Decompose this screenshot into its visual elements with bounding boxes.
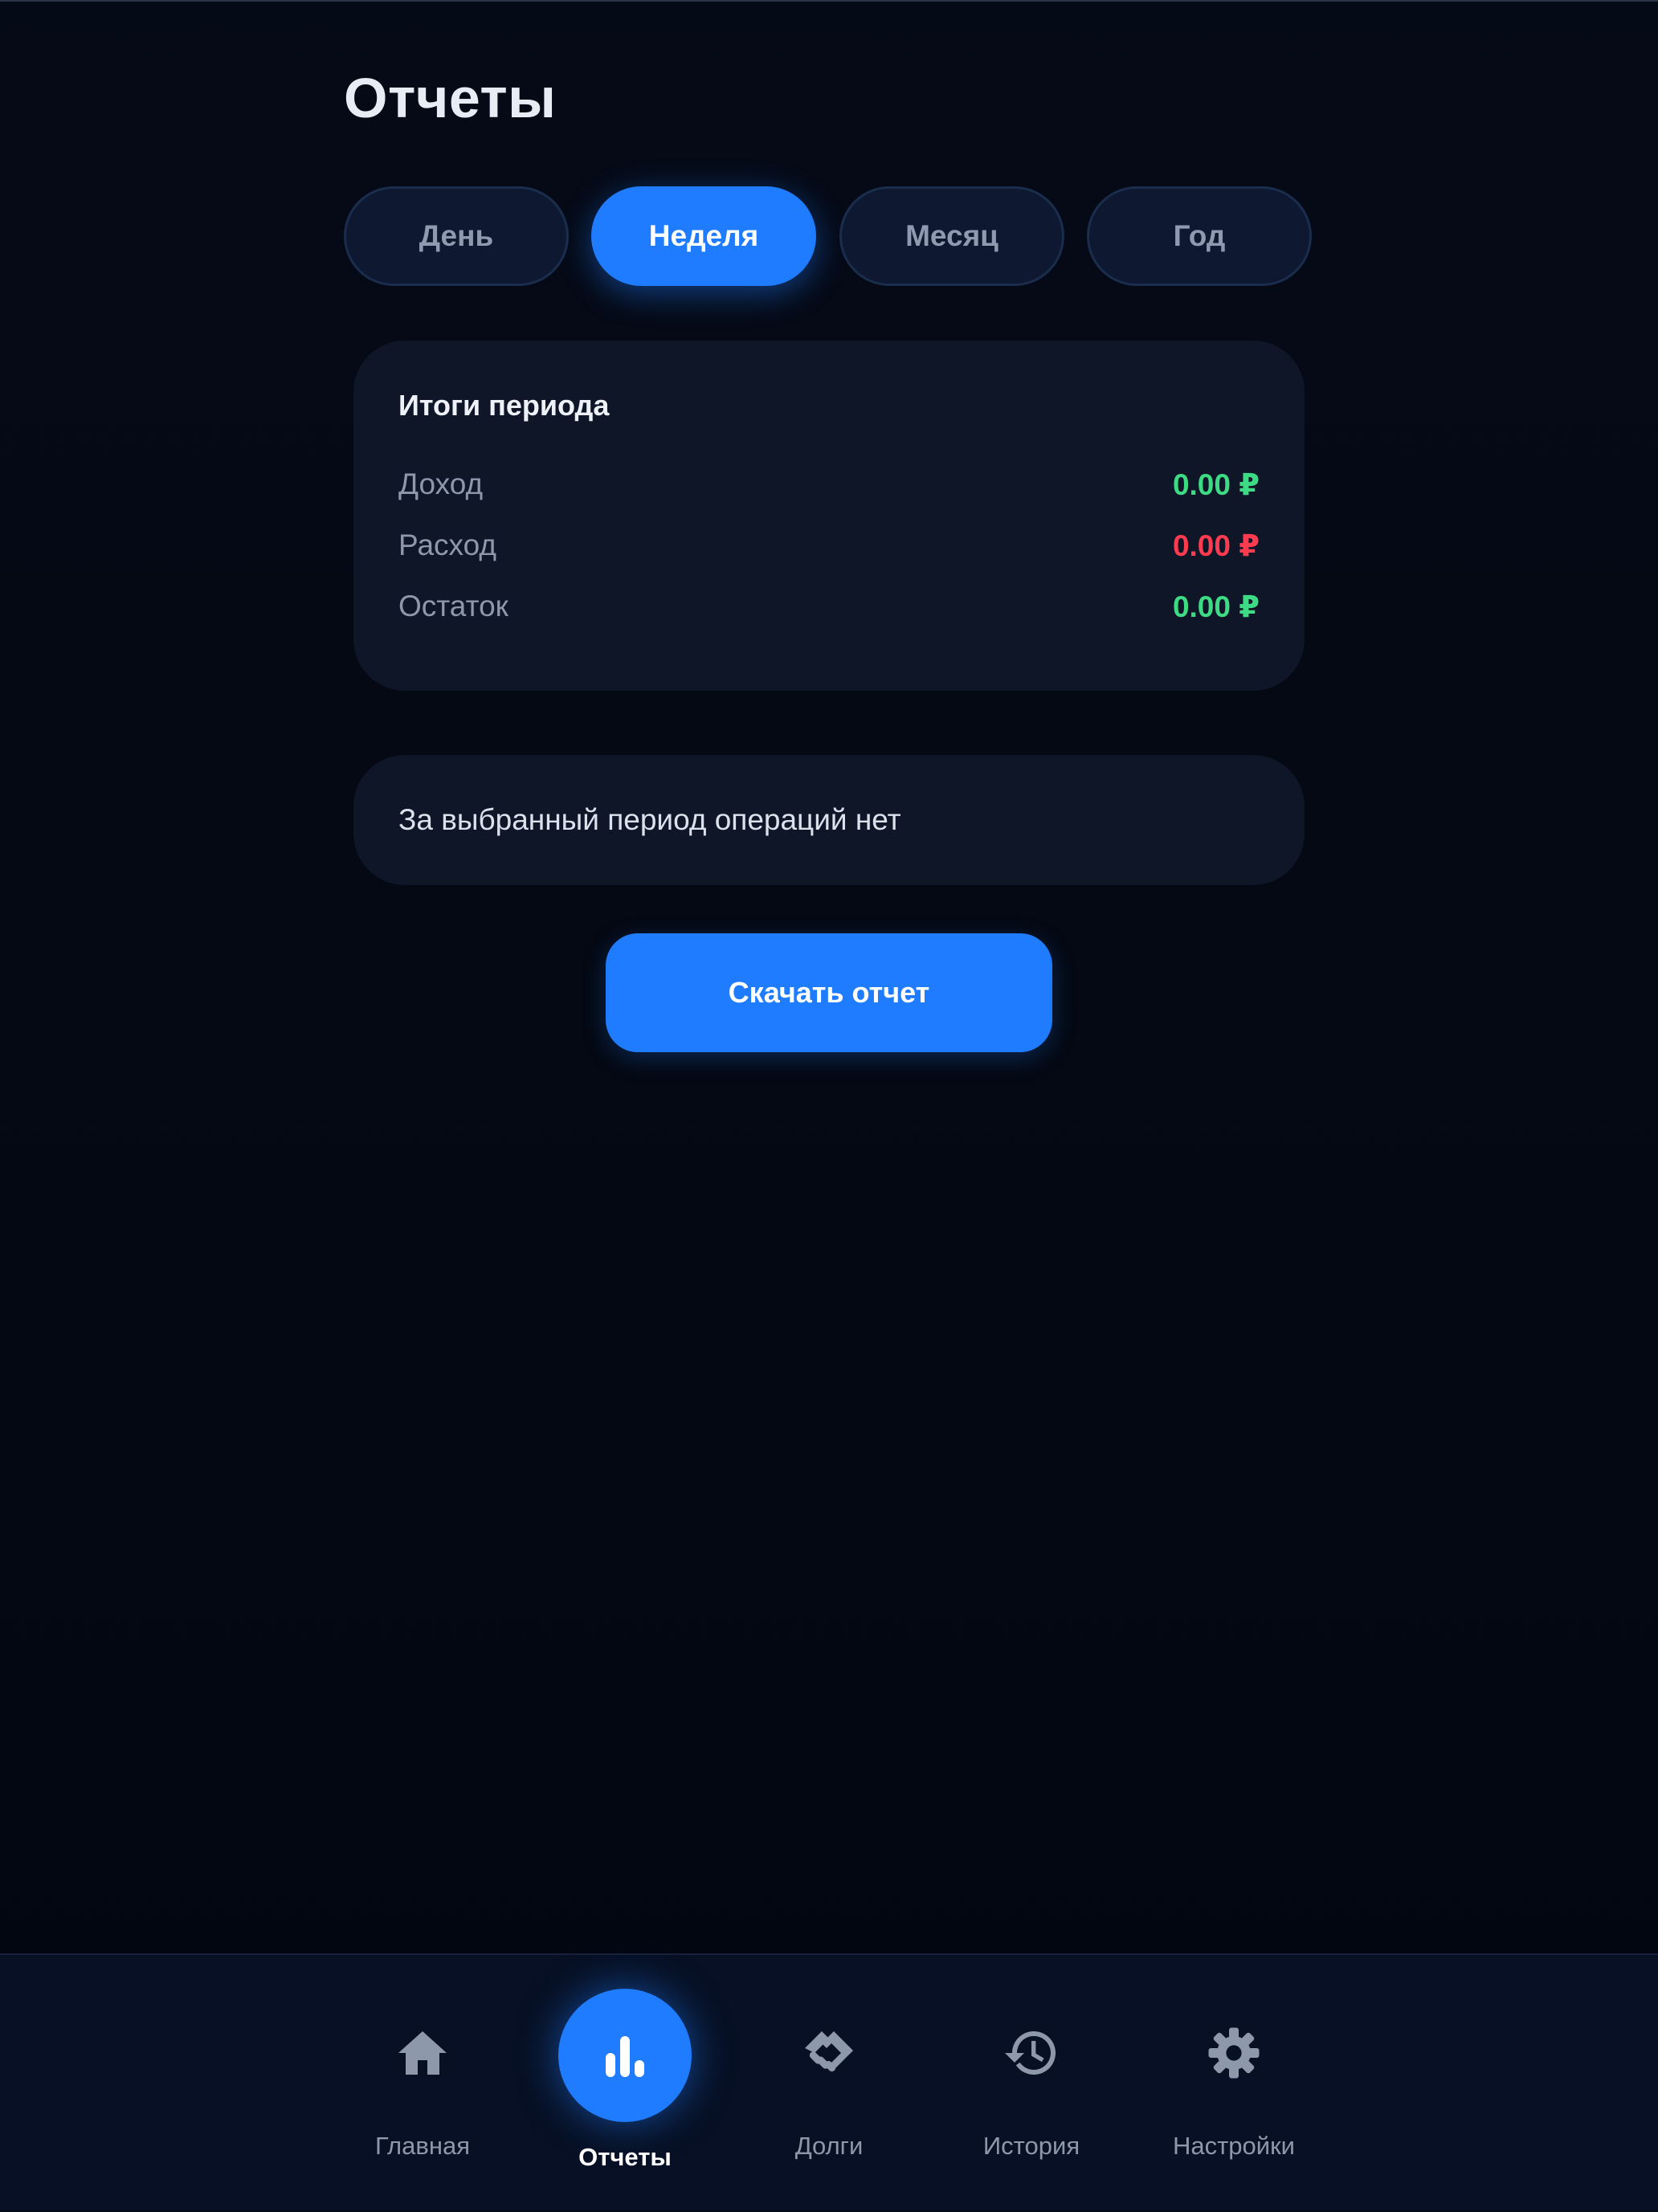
page-title: Отчеты bbox=[344, 67, 557, 129]
summary-row-expense: Расход 0.00 ₽ bbox=[398, 525, 1260, 565]
nav-label-reports: Отчеты bbox=[578, 2143, 672, 2171]
summary-row-balance: Остаток 0.00 ₽ bbox=[398, 586, 1260, 626]
period-summary-card: Итоги периода Доход 0.00 ₽ Расход 0.00 ₽… bbox=[353, 341, 1305, 691]
tab-day[interactable]: День bbox=[344, 186, 569, 286]
nav-label-home: Главная bbox=[375, 2132, 470, 2160]
summary-title: Итоги периода bbox=[398, 389, 610, 422]
tab-week[interactable]: Неделя bbox=[591, 186, 816, 286]
nav-item-settings[interactable]: Настройки bbox=[1137, 1955, 1330, 2212]
nav-item-history[interactable]: История bbox=[935, 1955, 1128, 2212]
gear-icon bbox=[1208, 2027, 1260, 2079]
empty-state-card: За выбранный период операций нет bbox=[353, 755, 1305, 885]
expense-value: 0.00 ₽ bbox=[1172, 529, 1260, 562]
top-border bbox=[0, 0, 1658, 2]
nav-label-settings: Настройки bbox=[1172, 2132, 1295, 2160]
summary-row-income: Доход 0.00 ₽ bbox=[398, 464, 1260, 504]
income-label: Доход bbox=[398, 467, 484, 500]
tab-year[interactable]: Год bbox=[1087, 186, 1312, 286]
balance-label: Остаток bbox=[398, 590, 508, 622]
income-value: 0.00 ₽ bbox=[1172, 467, 1260, 501]
nav-label-debts: Долги bbox=[794, 2132, 864, 2160]
handshake-icon bbox=[805, 2031, 853, 2072]
balance-value: 0.00 ₽ bbox=[1172, 590, 1260, 623]
expense-label: Расход bbox=[398, 529, 496, 561]
home-icon bbox=[398, 2031, 447, 2075]
tab-month[interactable]: Месяц bbox=[839, 186, 1064, 286]
nav-label-history: История bbox=[982, 2132, 1080, 2160]
empty-state-text: За выбранный период операций нет bbox=[398, 803, 901, 836]
nav-item-home[interactable]: Главная bbox=[326, 1955, 519, 2212]
period-tabs: День Неделя Месяц Год bbox=[344, 186, 1314, 286]
bar-chart-icon bbox=[606, 2036, 644, 2077]
download-report-button[interactable]: Скачать отчет bbox=[606, 933, 1052, 1052]
history-icon bbox=[1005, 2031, 1056, 2075]
nav-item-debts[interactable]: Долги bbox=[733, 1955, 925, 2212]
nav-item-reports[interactable]: Отчеты bbox=[529, 1955, 721, 2212]
bottom-navigation: Главная Отчеты Долги История Настройки bbox=[0, 1953, 1658, 2210]
